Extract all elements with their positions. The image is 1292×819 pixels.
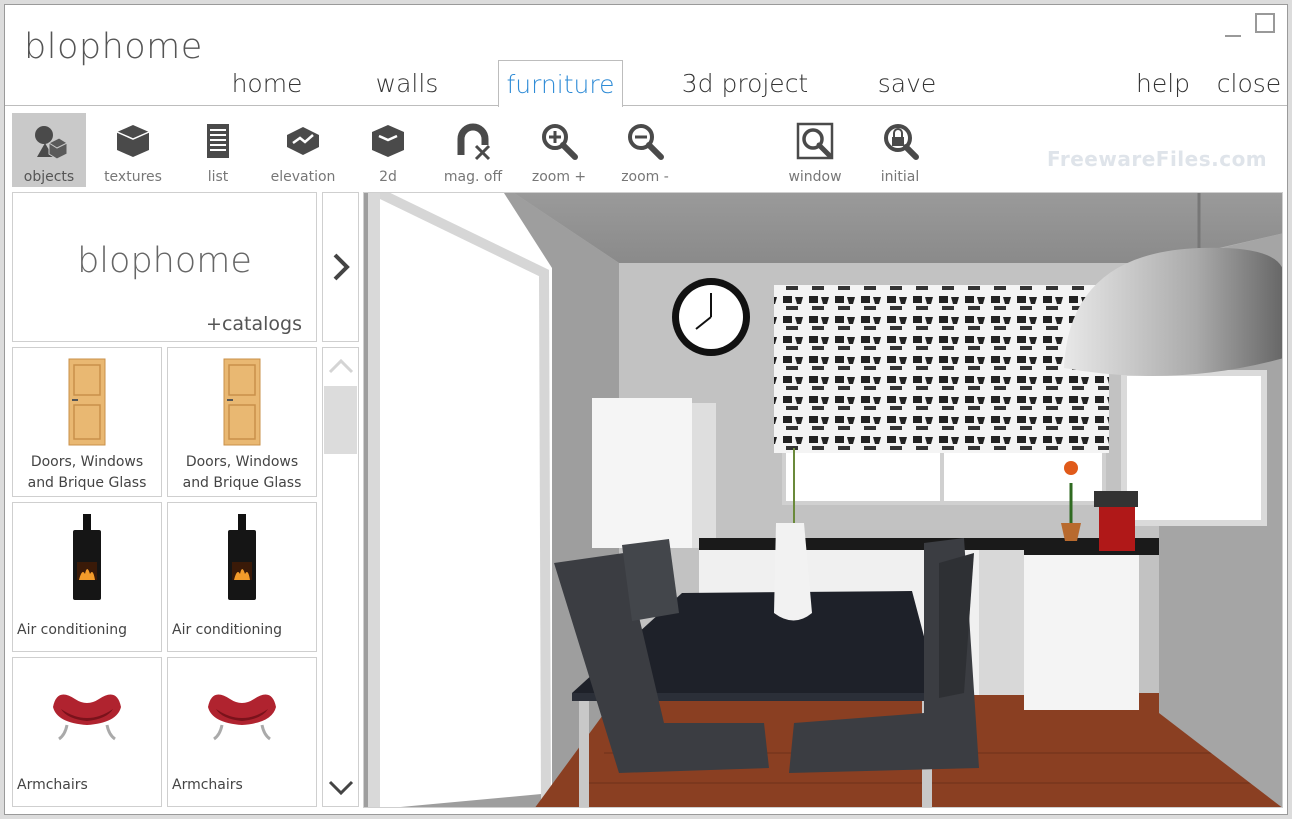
- textures-label: textures: [104, 169, 162, 185]
- cube-icon: [116, 125, 150, 157]
- app-title: blophome: [24, 27, 203, 67]
- 2d-icon: [372, 125, 404, 157]
- mag-off-button[interactable]: mag. off: [436, 113, 510, 187]
- 3d-viewport[interactable]: [363, 192, 1283, 808]
- list-icon: [207, 124, 229, 158]
- tab-walls[interactable]: walls: [357, 60, 457, 106]
- tab-close[interactable]: close: [1211, 60, 1287, 106]
- kitchen-3d-render: [364, 193, 1282, 807]
- armchair-icon: [208, 694, 276, 741]
- tab-save[interactable]: save: [865, 60, 949, 106]
- tab-home[interactable]: home: [217, 60, 317, 106]
- zoom-in-icon: [542, 124, 578, 160]
- item-label: Air conditioning: [17, 622, 128, 638]
- zoom-out-button[interactable]: zoom -: [608, 113, 682, 187]
- catalog-next-button[interactable]: [322, 192, 359, 342]
- list-label: list: [207, 169, 229, 185]
- zoom-out-label: zoom -: [621, 169, 669, 185]
- catalog-item[interactable]: Doors, Windows and Brique Glass: [12, 347, 162, 497]
- list-button[interactable]: list: [181, 113, 255, 187]
- catalog-item[interactable]: Doors, Windows and Brique Glass: [167, 347, 317, 497]
- minimize-button[interactable]: [1223, 13, 1243, 37]
- magnet-off-icon: [457, 123, 491, 161]
- catalog-scrollbar[interactable]: [322, 347, 359, 807]
- zoom-window-icon: [796, 122, 834, 160]
- catalog-title: blophome: [77, 241, 252, 281]
- textures-button[interactable]: textures: [96, 113, 170, 187]
- catalog-item[interactable]: Air conditioning: [167, 502, 317, 652]
- tab-3d-project[interactable]: 3d project: [675, 60, 815, 106]
- chevron-up-icon: [328, 358, 353, 374]
- watermark: FreewareFiles.com: [1047, 147, 1268, 171]
- initial-label: initial: [880, 169, 920, 185]
- maximize-button[interactable]: [1255, 13, 1275, 33]
- scroll-thumb[interactable]: [324, 386, 357, 454]
- elevation-button[interactable]: elevation: [266, 113, 340, 187]
- objects-label: objects: [23, 169, 75, 185]
- item-label-line1: Doors, Windows: [30, 454, 144, 470]
- door-icon: [68, 358, 106, 446]
- 2d-button[interactable]: 2d: [351, 113, 425, 187]
- catalog-header: blophome +catalogs: [12, 192, 317, 342]
- zoom-in-button[interactable]: zoom +: [522, 113, 596, 187]
- elevation-icon: [287, 127, 319, 155]
- catalog-item[interactable]: Air conditioning: [12, 502, 162, 652]
- item-label: Air conditioning: [172, 622, 283, 638]
- stove-icon: [73, 514, 101, 600]
- item-label-line2: and Brique Glass: [27, 475, 147, 491]
- item-label-line1: Doors, Windows: [185, 454, 299, 470]
- stove-icon: [228, 514, 256, 600]
- zoom-out-icon: [628, 124, 664, 160]
- scroll-down-button[interactable]: [323, 770, 358, 806]
- window-label: window: [788, 169, 842, 185]
- tab-furniture[interactable]: furniture: [498, 60, 623, 107]
- scroll-up-button[interactable]: [323, 348, 358, 384]
- catalog-grid: Doors, Windows and Brique Glass Doors, Wi…: [12, 347, 317, 807]
- zoom-in-label: zoom +: [531, 169, 587, 185]
- elevation-label: elevation: [270, 169, 336, 185]
- menu-divider: [5, 105, 1287, 106]
- catalog-item[interactable]: Armchairs: [12, 657, 162, 807]
- initial-button[interactable]: initial: [863, 113, 937, 187]
- add-catalogs-link[interactable]: +catalogs: [206, 313, 302, 335]
- 2d-label: 2d: [379, 169, 397, 185]
- door-icon: [223, 358, 261, 446]
- objects-icon: [35, 126, 68, 160]
- window-button[interactable]: window: [778, 113, 852, 187]
- armchair-icon: [53, 694, 121, 741]
- catalog-item[interactable]: Armchairs: [167, 657, 317, 807]
- zoom-initial-icon: [884, 124, 919, 160]
- app-window: blophome home walls furniture 3d project…: [4, 4, 1288, 815]
- chevron-down-icon: [328, 780, 353, 796]
- mag-off-label: mag. off: [443, 169, 503, 185]
- item-label-line2: and Brique Glass: [182, 475, 302, 491]
- item-label: Armchairs: [172, 777, 243, 793]
- item-label: Armchairs: [17, 777, 88, 793]
- objects-button[interactable]: objects: [12, 113, 86, 187]
- tab-help[interactable]: help: [1127, 60, 1199, 106]
- chevron-right-icon: [333, 253, 350, 281]
